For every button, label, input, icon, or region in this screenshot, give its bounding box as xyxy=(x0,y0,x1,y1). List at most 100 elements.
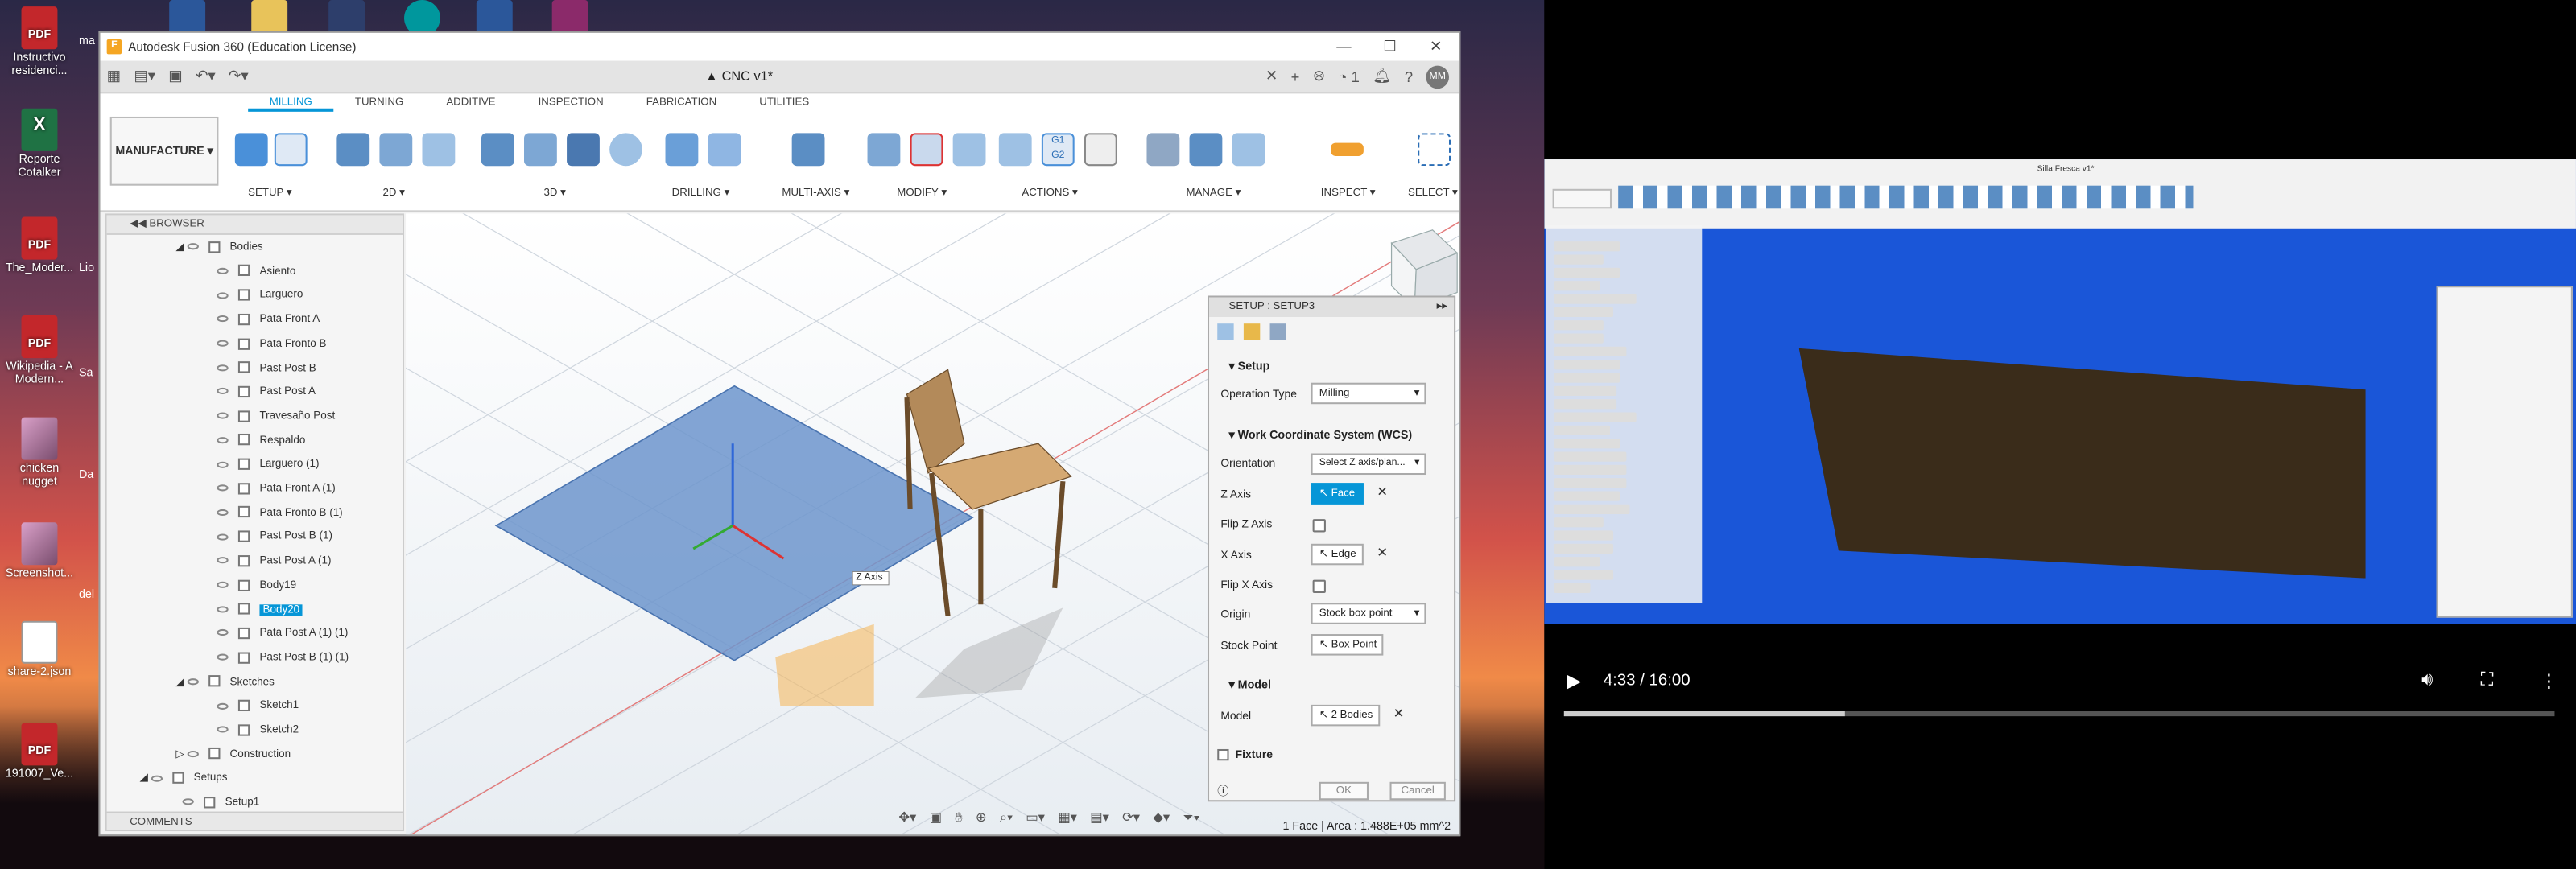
visibility-eye-icon[interactable] xyxy=(217,460,229,467)
visibility-eye-icon[interactable] xyxy=(217,557,229,564)
group-multiaxis[interactable]: MULTI-AXIS ▾ xyxy=(782,120,864,205)
group-setup[interactable]: SETUP ▾ xyxy=(232,120,314,205)
group-modify[interactable]: MODIFY ▾ xyxy=(864,120,995,205)
group-2d[interactable]: 2D ▾ xyxy=(333,120,464,205)
volume-icon[interactable]: 🔊︎ xyxy=(2421,670,2433,692)
stock-display-icon[interactable]: ◆▾ xyxy=(1153,810,1170,834)
browser-header[interactable]: ◀◀ BROWSER xyxy=(106,215,402,235)
tab-fabrication[interactable]: FABRICATION xyxy=(625,97,738,111)
viewports-icon[interactable]: ▤▾ xyxy=(1090,810,1109,834)
adaptive-clearing-icon[interactable] xyxy=(481,133,514,167)
setup-sheet-icon[interactable] xyxy=(274,133,308,167)
group-select[interactable]: SELECT ▾ xyxy=(1402,120,1459,205)
scallop-icon[interactable] xyxy=(609,133,642,167)
browser-folder-item[interactable]: Setup1 xyxy=(182,793,259,813)
machine-library-icon[interactable] xyxy=(1189,133,1223,167)
parallel-icon[interactable] xyxy=(567,133,600,167)
close-icon[interactable]: ✕ xyxy=(1413,38,1459,56)
measure-icon[interactable] xyxy=(1331,142,1364,156)
look-at-icon[interactable]: ▣ xyxy=(930,810,942,834)
browser-body-item[interactable]: Past Post A (1) xyxy=(217,552,331,571)
desktop-icon-modern[interactable]: PDF The_Moder... xyxy=(3,216,76,275)
expand-icon[interactable]: ▸▸ xyxy=(1437,298,1447,317)
z-axis-clear-icon[interactable]: ✕ xyxy=(1377,484,1388,499)
document-tab[interactable]: ▲ CNC v1* xyxy=(705,69,773,84)
desktop-icon-chicken[interactable]: chicken nugget xyxy=(3,417,76,490)
help-icon[interactable]: ? xyxy=(1405,68,1413,84)
simulate-icon[interactable] xyxy=(998,133,1032,167)
browser-body-item[interactable]: Past Post B (1) xyxy=(217,528,332,547)
2d-adaptive-icon[interactable] xyxy=(336,133,370,167)
new-setup-icon[interactable] xyxy=(234,133,268,167)
visibility-eye-icon[interactable] xyxy=(217,412,229,419)
file-icon[interactable]: ▤▾ xyxy=(134,68,155,85)
group-drilling[interactable]: DRILLING ▾ xyxy=(662,120,760,205)
display-mode-icon[interactable]: ▭▾ xyxy=(1026,810,1045,834)
visibility-eye-icon[interactable] xyxy=(151,774,163,782)
expand-caret-icon[interactable]: ◢ xyxy=(175,241,187,253)
toolpath-display-icon[interactable]: ⟳▾ xyxy=(1122,810,1140,834)
fit-icon[interactable]: ⌕▾ xyxy=(1000,810,1013,834)
browser-body-item[interactable]: Pata Front A (1) xyxy=(217,480,336,499)
browser-folder-item[interactable]: ◢ Sketches xyxy=(175,673,275,692)
zoom-icon[interactable]: ⊕ xyxy=(976,810,987,834)
browser-body-item[interactable]: Asiento xyxy=(217,262,295,282)
dialog-header[interactable]: SETUP : SETUP3 ▸▸ xyxy=(1209,297,1455,318)
setup-sheet-doc-icon[interactable] xyxy=(1084,133,1117,167)
browser-body-item[interactable]: Pata Post A (1) (1) xyxy=(217,624,348,644)
browser-body-item[interactable]: Larguero (1) xyxy=(217,455,320,475)
multiaxis-icon[interactable] xyxy=(791,133,825,167)
desktop-icon-share[interactable]: share-2.json xyxy=(3,620,76,680)
new-tab-icon[interactable]: + xyxy=(1291,68,1300,84)
origin-select[interactable]: Stock box point ▾ xyxy=(1311,603,1426,624)
group-manage[interactable]: MANAGE ▾ xyxy=(1143,120,1291,205)
fullscreen-icon[interactable]: ⛶ xyxy=(2481,670,2494,692)
visibility-eye-icon[interactable] xyxy=(217,581,229,588)
flip-z-checkbox[interactable] xyxy=(1312,519,1326,533)
video-player[interactable]: Silla Fresca v1* ▶ 4:33 / 16:00 🔊︎ ⛶ ⋮ xyxy=(1544,0,2576,869)
comments-panel[interactable]: COMMENTS xyxy=(105,811,405,832)
cancel-button[interactable]: Cancel xyxy=(1389,781,1446,801)
notifications-icon[interactable]: 🔔︎ xyxy=(1373,68,1391,85)
browser-folder-item[interactable]: ◢ Setups xyxy=(139,769,228,789)
pan-icon[interactable]: ✋︎ xyxy=(955,810,962,834)
setup-tab-icon[interactable] xyxy=(1217,323,1234,340)
browser-body-item[interactable]: Past Post A xyxy=(217,383,316,402)
browser-body-item[interactable]: Body20 xyxy=(217,600,303,620)
visibility-eye-icon[interactable] xyxy=(217,533,229,540)
browser-body-item[interactable]: Pata Fronto B xyxy=(217,335,326,354)
select-icon[interactable] xyxy=(1418,133,1451,167)
trim-icon[interactable] xyxy=(867,133,901,167)
visibility-eye-icon[interactable] xyxy=(217,315,229,323)
desktop-icon-screenshot[interactable]: Screenshot... xyxy=(3,522,76,581)
modify-icon[interactable] xyxy=(952,133,986,167)
grid-icon[interactable]: ▦▾ xyxy=(1058,810,1077,834)
group-actions[interactable]: G1 G2 ACTIONS ▾ xyxy=(996,120,1127,205)
undo-icon[interactable]: ↶▾ xyxy=(196,68,216,85)
operation-type-select[interactable]: Milling ▾ xyxy=(1311,382,1426,405)
stock-tab-icon[interactable] xyxy=(1243,323,1261,340)
visibility-eye-icon[interactable] xyxy=(217,291,229,299)
browser-body-item[interactable]: Sketch2 xyxy=(217,721,299,740)
drill-icon[interactable] xyxy=(665,133,699,167)
model-selection-button[interactable]: ↖ 2 Bodies xyxy=(1311,704,1381,727)
pocket-clearing-icon[interactable] xyxy=(524,133,557,167)
workspace-switcher[interactable]: MANUFACTURE ▾ xyxy=(109,116,219,186)
delete-toolpath-icon[interactable] xyxy=(910,133,943,167)
fixture-section[interactable]: Fixture xyxy=(1217,748,1273,761)
fixture-checkbox[interactable] xyxy=(1217,748,1229,761)
model-clear-icon[interactable]: ✕ xyxy=(1393,706,1405,721)
visibility-eye-icon[interactable] xyxy=(217,484,229,492)
post-process-icon[interactable]: G1 G2 xyxy=(1041,133,1075,167)
visibility-eye-icon[interactable] xyxy=(217,629,229,636)
visibility-eye-icon[interactable] xyxy=(217,340,229,347)
visibility-eye-icon[interactable] xyxy=(217,436,229,443)
tab-milling[interactable]: MILLING xyxy=(248,97,334,112)
browser-body-item[interactable]: Past Post B xyxy=(217,359,316,378)
visibility-eye-icon[interactable] xyxy=(217,267,229,274)
visibility-eye-icon[interactable] xyxy=(217,605,229,613)
visibility-eye-icon[interactable] xyxy=(182,798,194,806)
info-icon[interactable]: ⓘ xyxy=(1217,784,1228,800)
visibility-eye-icon[interactable] xyxy=(217,388,229,395)
video-progress-bar[interactable] xyxy=(1563,711,2555,717)
